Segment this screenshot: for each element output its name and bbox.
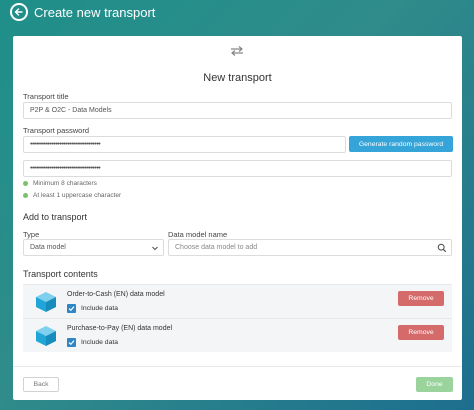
page-title: Create new transport — [34, 5, 156, 20]
footer-divider — [13, 366, 462, 367]
generate-password-button[interactable]: Generate random password — [349, 136, 453, 152]
transport-card: New transport Transport title P2P & O2C … — [13, 36, 462, 400]
hint-text: At least 1 uppercase character — [33, 192, 122, 199]
include-data-label: Include data — [81, 339, 119, 346]
type-select-value: Data model — [30, 244, 66, 251]
data-model-name: Order-to-Cash (EN) data model — [67, 291, 165, 298]
data-model-name: Purchase-to-Pay (EN) data model — [67, 325, 173, 332]
type-select[interactable]: Data model — [23, 239, 164, 256]
transfer-arrows-icon — [229, 44, 245, 62]
hint-uppercase: At least 1 uppercase character — [23, 192, 121, 199]
search-icon[interactable] — [437, 243, 447, 255]
cube-icon — [35, 325, 57, 352]
checkmark-icon[interactable] — [67, 338, 76, 347]
transport-title-label: Transport title — [23, 92, 69, 101]
check-dot-icon — [23, 181, 28, 186]
remove-button[interactable]: Remove — [398, 325, 444, 340]
model-search-input[interactable]: Choose data model to add — [168, 239, 452, 256]
back-arrow-icon[interactable] — [10, 3, 28, 21]
transport-contents-title: Transport contents — [23, 269, 98, 279]
remove-button[interactable]: Remove — [398, 291, 444, 306]
done-button[interactable]: Done — [416, 377, 453, 392]
model-label: Data model name — [168, 230, 228, 239]
card-title: New transport — [203, 72, 272, 84]
transport-contents-list: Order-to-Cash (EN) data model Include da… — [23, 284, 452, 352]
hint-text: Minimum 8 characters — [33, 180, 97, 187]
list-item: Purchase-to-Pay (EN) data model Include … — [23, 318, 452, 352]
chevron-down-icon — [151, 244, 159, 254]
include-data-checkbox[interactable]: Include data — [67, 304, 118, 313]
checkmark-icon[interactable] — [67, 304, 76, 313]
back-button[interactable]: Back — [23, 377, 59, 392]
hint-min-chars: Minimum 8 characters — [23, 180, 97, 187]
include-data-label: Include data — [81, 305, 119, 312]
check-dot-icon — [23, 193, 28, 198]
password-confirm-input[interactable]: •••••••••••••••••••••••••••••••••••• — [23, 160, 452, 177]
include-data-checkbox[interactable]: Include data — [67, 338, 118, 347]
cube-icon — [35, 291, 57, 318]
password-input[interactable]: •••••••••••••••••••••••••••••••••••• — [23, 136, 346, 153]
add-to-transport-title: Add to transport — [23, 212, 88, 222]
transport-password-label: Transport password — [23, 126, 89, 135]
model-search-placeholder: Choose data model to add — [175, 244, 258, 251]
transport-title-input[interactable]: P2P & O2C - Data Models — [23, 102, 452, 119]
app-header: Create new transport — [0, 0, 474, 30]
list-item: Order-to-Cash (EN) data model Include da… — [23, 284, 452, 318]
type-label: Type — [23, 230, 40, 239]
